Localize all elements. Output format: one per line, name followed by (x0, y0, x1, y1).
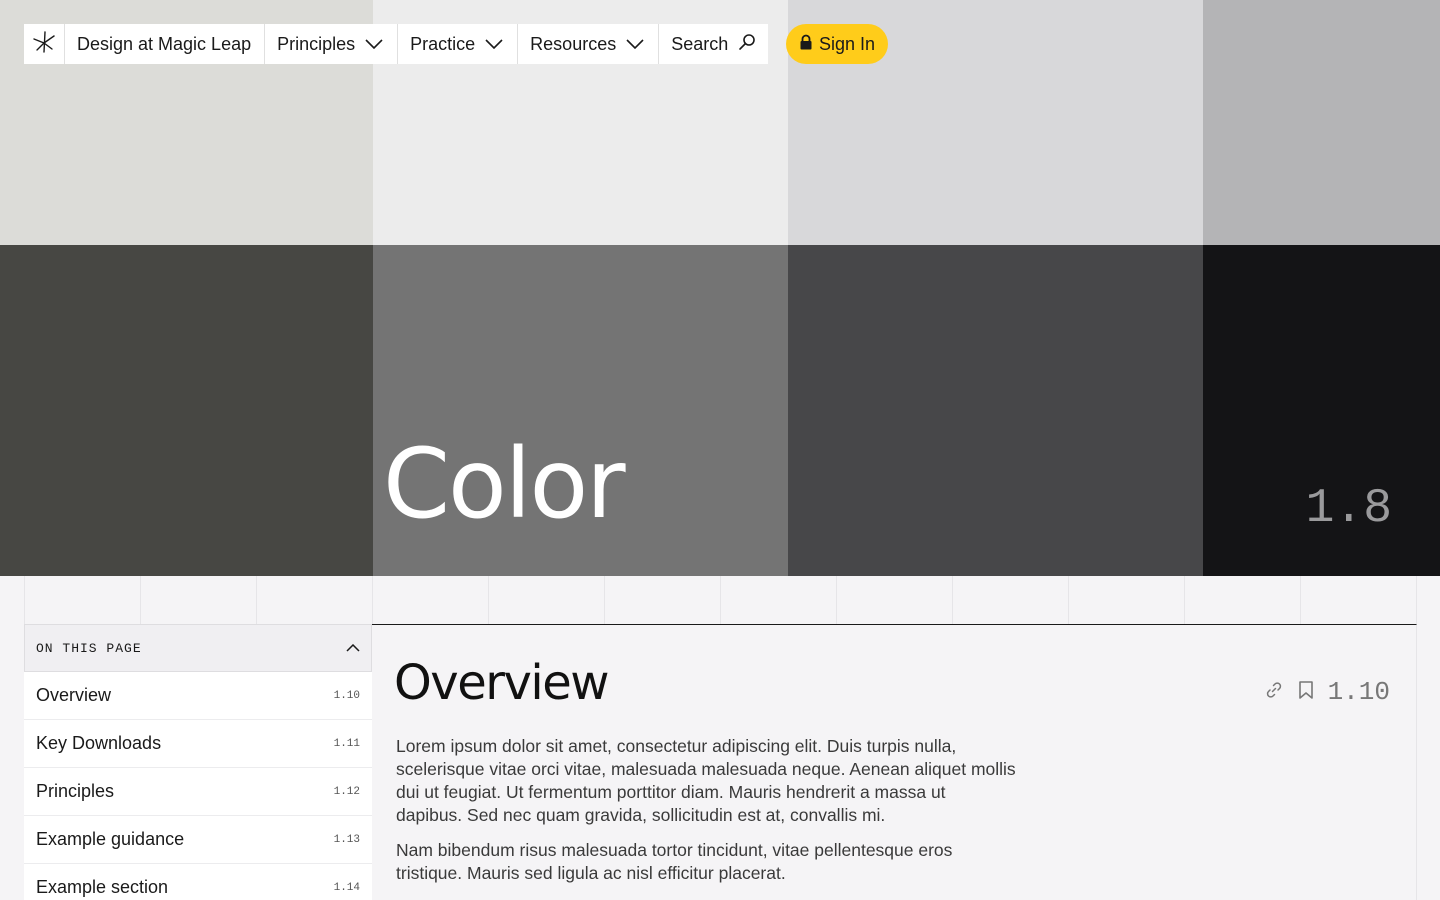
body-paragraph: Nam bibendum risus malesuada tortor tinc… (396, 840, 953, 883)
nav-menu-label: Practice (410, 33, 476, 54)
grid-line (24, 576, 25, 624)
body-paragraph: Lorem ipsum dolor sit amet, consectetur … (396, 736, 1016, 825)
grid-line (952, 576, 953, 624)
nav-menu-practice[interactable]: Practice (398, 24, 519, 64)
hero-banner: Color 1.8 (0, 0, 1440, 576)
search-label: Search (671, 33, 729, 54)
top-nav: Design at Magic Leap Principles Practice… (24, 24, 769, 64)
link-icon[interactable] (1264, 680, 1284, 705)
brand-link[interactable]: Design at Magic Leap (65, 24, 266, 64)
grid-line (372, 576, 373, 624)
toc-item-label: Principles (36, 781, 115, 801)
grid-line (1068, 576, 1069, 624)
toc-item-overview[interactable]: Overview 1.10 (24, 672, 372, 720)
nav-menu-label: Principles (277, 33, 356, 54)
toc-item-number: 1.13 (333, 833, 360, 846)
on-this-page-label: ON THIS PAGE (36, 640, 142, 656)
main-content: Overview 1.10 Lorem ipsum dolor sit amet… (372, 624, 1417, 900)
sign-in-button[interactable]: Sign In (786, 24, 888, 64)
on-this-page-panel: ON THIS PAGE Overview 1.10 Key Downloads… (24, 624, 372, 900)
toc-item-label: Key Downloads (36, 733, 162, 753)
toc-item-number: 1.11 (333, 737, 360, 750)
grid-line (256, 576, 257, 624)
color-swatch (788, 245, 1203, 576)
chevron-up-icon (346, 639, 360, 657)
toc-item-number: 1.12 (333, 785, 360, 798)
toc-item-principles[interactable]: Principles 1.12 (24, 768, 372, 816)
nav-menu-principles[interactable]: Principles (265, 24, 399, 64)
chevron-down-icon (624, 33, 646, 55)
grid-line (720, 576, 721, 624)
lock-icon (799, 34, 813, 55)
toc-item-key-downloads[interactable]: Key Downloads 1.11 (24, 720, 372, 768)
color-swatch (1203, 0, 1440, 245)
grid-line (140, 576, 141, 624)
grid-line (488, 576, 489, 624)
toc-item-number: 1.10 (333, 689, 360, 702)
section-tools: 1.10 (1264, 677, 1390, 707)
grid-line (604, 576, 605, 624)
grid-line (1300, 576, 1301, 624)
toc-item-label: Overview (36, 685, 112, 705)
nav-menu-resources[interactable]: Resources (518, 24, 660, 64)
grid-strip (24, 576, 1417, 624)
section-number: 1.8 (1305, 482, 1392, 536)
grid-line (1416, 576, 1417, 624)
grid-line (1184, 576, 1185, 624)
logo-link[interactable] (24, 24, 65, 64)
toc-item-label: Example section (36, 877, 169, 897)
toc-item-number: 1.14 (333, 881, 360, 894)
chevron-down-icon (483, 33, 505, 55)
search-button[interactable]: Search (659, 24, 768, 64)
section-number: 1.10 (1327, 677, 1390, 707)
bookmark-icon[interactable] (1298, 680, 1314, 705)
toc-item-example-guidance[interactable]: Example guidance 1.13 (24, 816, 372, 864)
search-icon (738, 33, 756, 56)
magic-leap-logo-icon (32, 30, 56, 59)
section-heading: Overview (394, 655, 609, 711)
color-swatch (0, 245, 373, 576)
nav-menu-label: Resources (530, 33, 617, 54)
on-this-page-toggle[interactable]: ON THIS PAGE (24, 624, 372, 672)
chevron-down-icon (363, 33, 385, 55)
page-title: Color (383, 428, 626, 540)
sign-in-label: Sign In (818, 33, 876, 54)
toc-item-example-section[interactable]: Example section 1.14 (24, 864, 372, 900)
grid-line (836, 576, 837, 624)
toc-item-label: Example guidance (36, 829, 185, 849)
